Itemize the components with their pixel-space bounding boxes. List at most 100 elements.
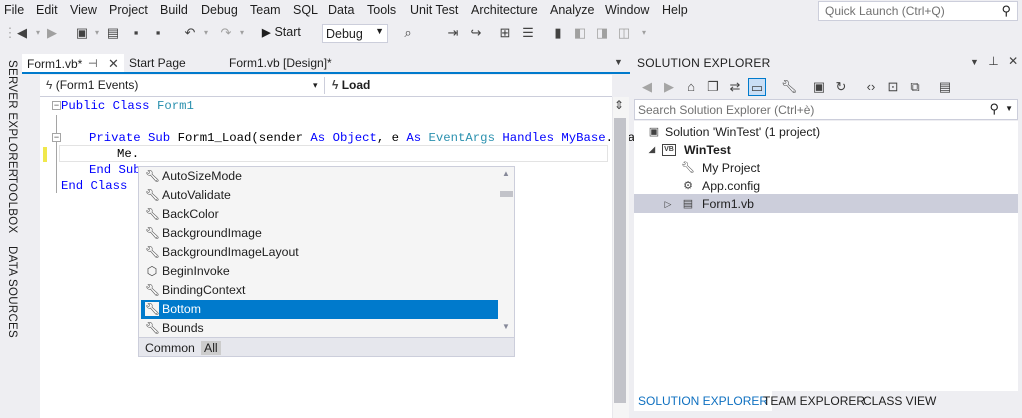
collapse-sub-icon[interactable]: − — [52, 133, 61, 142]
back-icon[interactable]: ◀ — [638, 78, 656, 96]
editor-scroll-thumb[interactable] — [614, 118, 626, 403]
menu-help[interactable]: Help — [662, 3, 688, 17]
menu-sql[interactable]: SQL — [293, 3, 318, 17]
find-in-files-icon[interactable]: ⌕ — [400, 25, 416, 41]
completion-item[interactable]: 🔧︎ Bounds — [141, 319, 498, 338]
prev-bookmark-icon[interactable]: ◧ — [572, 25, 588, 41]
member-dropdown[interactable]: ϟ Load — [332, 78, 370, 92]
tab-team-explorer[interactable]: TEAM EXPLORER — [759, 391, 869, 411]
window-position-icon[interactable]: ▼ — [970, 57, 979, 67]
split-window-icon[interactable]: ⇕ — [614, 98, 624, 112]
completion-item[interactable]: 🔧︎ BackgroundImage — [141, 224, 498, 243]
expanded-arrow-icon[interactable]: ◢ — [644, 143, 660, 157]
completion-item[interactable]: ⬡ BeginInvoke — [141, 262, 498, 281]
collapse-all-icon[interactable]: ▣ — [810, 78, 828, 96]
menu-team[interactable]: Team — [250, 3, 281, 17]
collapse-class-icon[interactable]: − — [52, 101, 61, 110]
pin-icon[interactable]: ⊥ — [988, 54, 998, 68]
preview-icon[interactable]: ▤ — [936, 78, 954, 96]
attach-icon[interactable]: ⊞ — [497, 25, 513, 41]
clear-bookmarks-icon[interactable]: ◫ — [616, 25, 632, 41]
collapsed-arrow-icon[interactable]: ▷ — [660, 197, 676, 211]
new-project-icon[interactable]: ▣ — [74, 25, 90, 41]
search-options-icon[interactable]: ▼ — [1005, 104, 1013, 113]
pending-changes-icon[interactable]: ❐ — [704, 78, 722, 96]
home-icon[interactable]: ⌂ — [682, 78, 700, 96]
tab-label: Form1.vb* — [27, 57, 83, 71]
object-dropdown[interactable]: ϟ (Form1 Events) — [46, 78, 138, 92]
forward-icon[interactable]: ▶ — [660, 78, 678, 96]
menu-project[interactable]: Project — [109, 3, 148, 17]
menu-tools[interactable]: Tools — [367, 3, 396, 17]
class-diagram-icon[interactable]: ⧉ — [906, 78, 924, 96]
completion-item[interactable]: 🔧︎ AutoValidate — [141, 186, 498, 205]
popup-scroll-thumb[interactable] — [500, 191, 513, 197]
menu-file[interactable]: File — [4, 3, 24, 17]
view-code-icon[interactable]: ‹› — [862, 78, 880, 96]
show-all-files-icon[interactable]: ▭ — [748, 78, 766, 96]
scroll-up-icon[interactable]: ▲ — [502, 169, 510, 178]
sync-icon[interactable]: ⇄ — [726, 78, 744, 96]
save-icon[interactable]: ▪ — [128, 25, 144, 41]
tab-common[interactable]: Common — [145, 341, 195, 355]
menu-view[interactable]: View — [70, 3, 97, 17]
back-icon[interactable]: ◀ — [14, 25, 30, 41]
step-into-icon[interactable]: ⇥ — [445, 25, 461, 41]
configuration-dropdown[interactable]: Debug ▼ — [322, 24, 388, 43]
menu-debug[interactable]: Debug — [201, 3, 238, 17]
menu-window[interactable]: Window — [605, 3, 649, 17]
tab-class-view[interactable]: CLASS VIEW — [859, 391, 940, 411]
step-over-icon[interactable]: ↪ — [468, 25, 484, 41]
completion-item-selected[interactable]: 🔧︎ Bottom — [141, 300, 498, 319]
toolbar-overflow-icon[interactable]: ▾ — [636, 25, 652, 41]
completion-item[interactable]: 🔧︎ AutoSizeMode — [141, 167, 498, 186]
tab-form1-design[interactable]: Form1.vb [Design]* — [224, 54, 332, 72]
completion-item[interactable]: 🔧︎ BackgroundImageLayout — [141, 243, 498, 262]
view-designer-icon[interactable]: ⊡ — [884, 78, 902, 96]
refresh-icon[interactable]: ↻ — [832, 78, 850, 96]
scroll-down-icon[interactable]: ▼ — [502, 322, 510, 331]
close-icon[interactable]: ✕ — [1008, 54, 1018, 68]
new-dropdown-icon[interactable]: ▾ — [89, 25, 105, 41]
tab-start-page[interactable]: Start Page — [124, 54, 186, 72]
property-icon: 🔧︎ — [145, 207, 161, 221]
tab-list-dropdown-icon[interactable]: ▼ — [614, 57, 623, 67]
start-button[interactable]: ▶ Start — [262, 25, 301, 39]
menu-build[interactable]: Build — [160, 3, 188, 17]
redo-icon[interactable]: ↷ — [218, 25, 234, 41]
next-bookmark-icon[interactable]: ◨ — [594, 25, 610, 41]
pin-icon[interactable]: ⊣ — [88, 55, 98, 73]
menu-architecture[interactable]: Architecture — [471, 3, 538, 17]
unsaved-change-marker — [43, 147, 47, 162]
bookmark-icon[interactable]: ▮ — [550, 25, 566, 41]
menu-data[interactable]: Data — [328, 3, 354, 17]
search-icon[interactable]: ⚲ — [989, 101, 999, 117]
server-explorer-tab[interactable]: SERVER EXPLORER — [0, 60, 18, 177]
tab-all[interactable]: All — [201, 341, 221, 355]
quick-launch-input[interactable]: Quick Launch (Ctrl+Q) ⚲ — [818, 1, 1018, 21]
code-line-4: Me. — [117, 147, 140, 161]
tree-item-label: My Project — [702, 161, 761, 175]
completion-item[interactable]: 🔧︎ BindingContext — [141, 281, 498, 300]
solution-explorer-search[interactable]: Search Solution Explorer (Ctrl+è) ⚲ ▼ — [634, 99, 1018, 120]
forward-icon[interactable]: ▶ — [44, 25, 60, 41]
menu-unit-test[interactable]: Unit Test — [410, 3, 458, 17]
open-file-icon[interactable]: ▤ — [105, 25, 121, 41]
menu-edit[interactable]: Edit — [36, 3, 58, 17]
toolbox-tab[interactable]: TOOLBOX — [0, 176, 18, 234]
completion-item[interactable]: 🔧︎ BackColor — [141, 205, 498, 224]
undo-icon[interactable]: ↶ — [182, 25, 198, 41]
tab-form1-vb[interactable]: Form1.vb* ⊣ ✕ — [22, 54, 124, 72]
class-name: Form1 — [156, 99, 194, 113]
properties-icon[interactable]: 🔧︎ — [780, 78, 798, 96]
object-chevron-icon[interactable]: ▾ — [313, 80, 318, 91]
redo-dropdown-icon[interactable]: ▾ — [234, 25, 250, 41]
breakpoint-list-icon[interactable]: ☰ — [520, 25, 536, 41]
tab-solution-explorer[interactable]: SOLUTION EXPLORER — [634, 391, 773, 411]
data-sources-tab[interactable]: DATA SOURCES — [0, 246, 18, 338]
undo-dropdown-icon[interactable]: ▾ — [198, 25, 214, 41]
save-all-icon[interactable]: ▪ — [150, 25, 166, 41]
menu-analyze[interactable]: Analyze — [550, 3, 594, 17]
solution-icon: ▣ — [648, 126, 660, 138]
close-icon[interactable]: ✕ — [108, 55, 119, 73]
